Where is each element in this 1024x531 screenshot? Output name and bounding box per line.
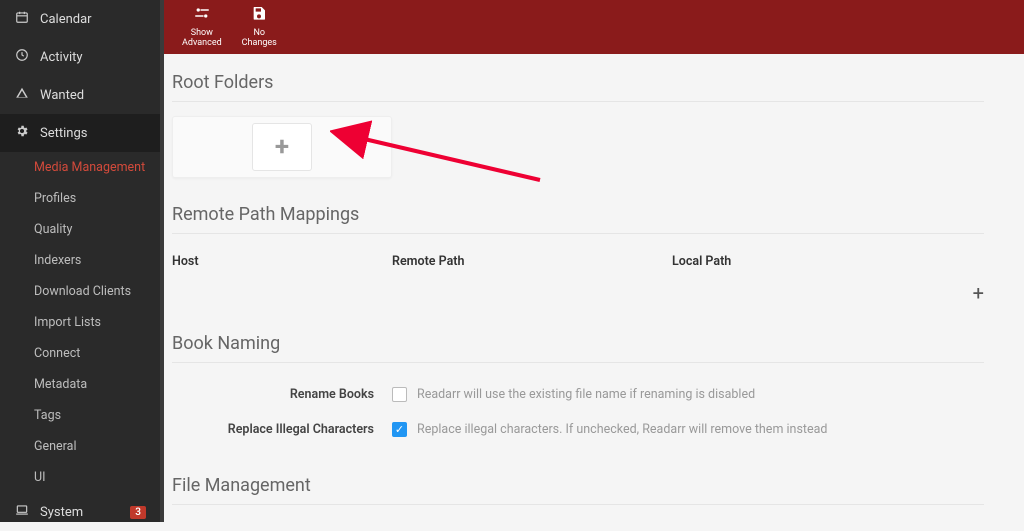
hint-rename-books: Readarr will use the existing file name … — [417, 387, 755, 402]
tool-label-line1: Show — [191, 28, 213, 38]
sidebar-sub-quality[interactable]: Quality — [0, 214, 160, 245]
sidebar-item-settings[interactable]: Settings — [0, 114, 160, 152]
row-rename-books: Rename Books Readarr will use the existi… — [172, 377, 984, 412]
sidebar-sub-general[interactable]: General — [0, 431, 160, 462]
label-rename-books: Rename Books — [172, 387, 392, 402]
sidebar-item-activity[interactable]: Activity — [0, 38, 160, 76]
plus-icon: + — [973, 281, 984, 305]
sidebar-item-wanted[interactable]: Wanted — [0, 76, 160, 114]
system-badge: 3 — [130, 506, 146, 519]
replace-chars-checkbox[interactable]: ✓ — [392, 422, 407, 437]
sidebar-sub-download-clients[interactable]: Download Clients — [0, 276, 160, 307]
calendar-icon — [14, 10, 30, 28]
section-file-management: File Management — [172, 475, 984, 505]
sidebar-sub-import-lists[interactable]: Import Lists — [0, 307, 160, 338]
sidebar-sub-media-management[interactable]: Media Management — [0, 152, 160, 183]
root-folder-add-card: + — [172, 116, 392, 178]
label-replace-chars: Replace Illegal Characters — [172, 422, 392, 437]
sidebar: Calendar Activity Wanted Settings Media … — [0, 0, 160, 522]
sidebar-sub-metadata[interactable]: Metadata — [0, 369, 160, 400]
sidebar-sub-connect[interactable]: Connect — [0, 338, 160, 369]
sidebar-sub-profiles[interactable]: Profiles — [0, 183, 160, 214]
show-advanced-button[interactable]: Show Advanced — [176, 1, 228, 52]
section-book-naming: Book Naming — [172, 333, 984, 363]
add-remote-mapping-button[interactable]: + — [172, 275, 984, 305]
add-root-folder-button[interactable]: + — [252, 123, 312, 171]
sidebar-item-label: Activity — [40, 50, 83, 65]
tool-label-line2: Advanced — [182, 38, 222, 48]
clock-icon — [14, 48, 30, 66]
row-replace-chars: Replace Illegal Characters ✓ Replace ill… — [172, 412, 984, 447]
sidebar-sub-ui[interactable]: UI — [0, 462, 160, 493]
col-host: Host — [172, 254, 392, 269]
remote-mappings-header: Host Remote Path Local Path — [172, 248, 984, 275]
sidebar-item-label: Calendar — [40, 12, 92, 27]
app-root: Calendar Activity Wanted Settings Media … — [0, 0, 1024, 522]
tool-label-line2: Changes — [242, 38, 277, 48]
hint-replace-chars: Replace illegal characters. If unchecked… — [417, 422, 827, 437]
rename-books-checkbox[interactable] — [392, 387, 407, 402]
save-icon — [242, 5, 277, 25]
sidebar-item-label: Settings — [40, 126, 87, 141]
sidebar-item-label: System — [40, 505, 83, 520]
laptop-icon — [14, 503, 30, 521]
content: Root Folders + Remote Path Mappings Host… — [164, 54, 1024, 522]
sidebar-item-label: Wanted — [40, 88, 84, 103]
sidebar-sub-indexers[interactable]: Indexers — [0, 245, 160, 276]
plus-icon: + — [275, 132, 289, 162]
col-remote: Remote Path — [392, 254, 672, 269]
sidebar-sub-tags[interactable]: Tags — [0, 400, 160, 431]
sidebar-item-system[interactable]: System 3 — [0, 493, 160, 531]
section-root-folders: Root Folders — [172, 72, 984, 102]
gear-icon — [14, 124, 30, 142]
sidebar-item-calendar[interactable]: Calendar — [0, 0, 160, 38]
section-remote-mappings: Remote Path Mappings — [172, 204, 984, 234]
tool-label-line1: No — [253, 28, 265, 38]
main: Show Advanced No Changes Root Folders + … — [164, 0, 1024, 522]
warning-icon — [14, 86, 30, 104]
col-local: Local Path — [672, 254, 984, 269]
toolbar: Show Advanced No Changes — [164, 0, 1024, 54]
no-changes-button[interactable]: No Changes — [236, 1, 283, 52]
sliders-icon — [182, 5, 222, 25]
